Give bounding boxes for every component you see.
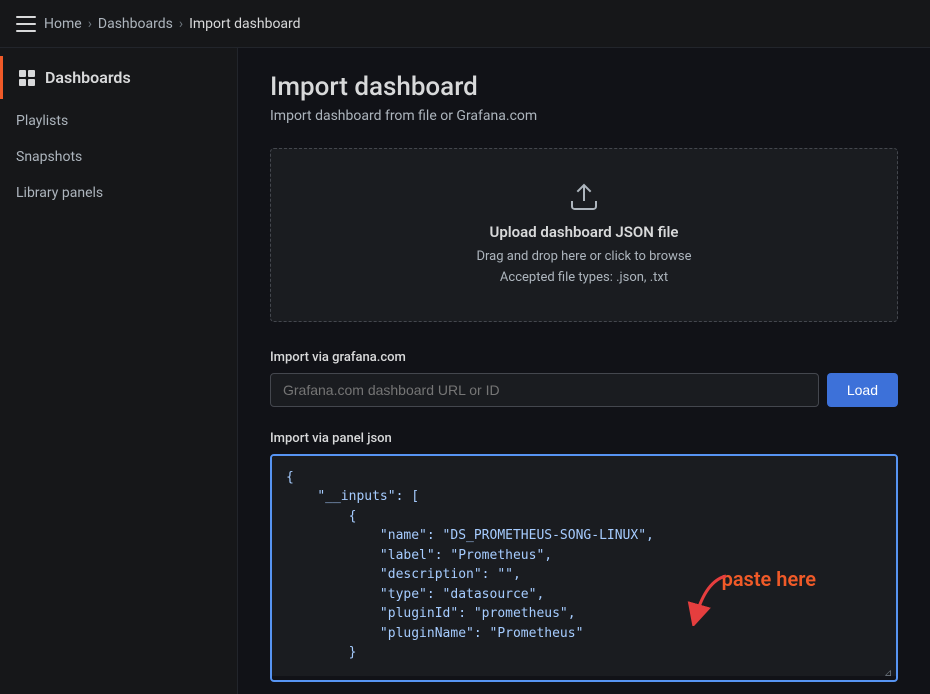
upload-area[interactable]: Upload dashboard JSON file Drag and drop… [270,148,898,322]
grafana-load-button[interactable]: Load [827,373,898,407]
panel-json-textarea[interactable]: { "__inputs": [ { "name": "DS_PROMETHEUS… [272,456,896,676]
sidebar-item-snapshots[interactable]: Snapshots [0,139,237,175]
sidebar-item-library-panels[interactable]: Library panels [0,175,237,211]
upload-area-hint: Drag and drop here or click to browse Ac… [291,247,877,289]
breadcrumb-sep-1: › [88,16,92,32]
sidebar-header[interactable]: Dashboards [0,56,237,99]
breadcrumb-home[interactable]: Home [44,16,82,32]
resize-handle[interactable]: ⊿ [884,668,894,678]
dashboards-grid-icon [19,70,35,86]
breadcrumb-dashboards[interactable]: Dashboards [98,16,173,32]
breadcrumb: Home › Dashboards › Import dashboard [44,16,301,32]
page-subtitle: Import dashboard from file or Grafana.co… [270,108,898,124]
grafana-url-input[interactable] [270,373,819,407]
upload-icon [291,181,877,213]
upload-area-title: Upload dashboard JSON file [291,223,877,241]
sidebar-header-label: Dashboards [45,68,131,87]
panel-json-section-label: Import via panel json [270,431,898,446]
grafana-section: Import via grafana.com Load [270,350,898,407]
sidebar: Dashboards Playlists Snapshots Library p… [0,48,238,694]
page-title: Import dashboard [270,72,898,102]
sidebar-item-playlists[interactable]: Playlists [0,103,237,139]
grafana-section-label: Import via grafana.com [270,350,898,365]
grafana-input-row: Load [270,373,898,407]
panel-json-section: Import via panel json { "__inputs": [ { … [270,431,898,694]
main-content: Import dashboard Import dashboard from f… [238,48,930,694]
breadcrumb-current: Import dashboard [189,16,301,32]
layout: Dashboards Playlists Snapshots Library p… [0,48,930,694]
json-textarea-wrapper: { "__inputs": [ { "name": "DS_PROMETHEUS… [270,454,898,682]
topbar: Home › Dashboards › Import dashboard [0,0,930,48]
menu-icon[interactable] [16,16,36,32]
breadcrumb-sep-2: › [179,16,183,32]
